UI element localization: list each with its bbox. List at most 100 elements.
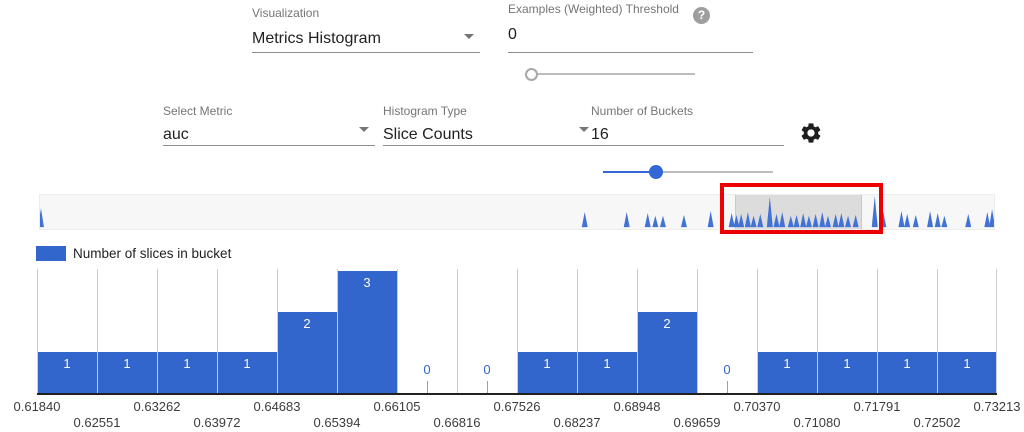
overview-spike: [913, 215, 919, 227]
number-of-buckets-value: 16: [591, 125, 784, 145]
overview-spike: [794, 215, 800, 227]
overview-spike: [652, 216, 658, 227]
overview-spike: [729, 213, 735, 227]
settings-gear-icon[interactable]: [799, 121, 823, 145]
overview-spike: [738, 214, 744, 227]
bar-value-label: 2: [277, 316, 337, 331]
gridline: [37, 269, 38, 393]
bar-value-label: 1: [877, 356, 937, 371]
x-axis-tick-label: 0.68948: [597, 399, 677, 414]
zero-tick-stub: [427, 381, 428, 393]
overview-spike: [733, 215, 739, 227]
overview-spike: [904, 214, 910, 227]
bar-value-label: 1: [817, 356, 877, 371]
slider-knob[interactable]: [649, 165, 663, 179]
chevron-down-icon[interactable]: [359, 127, 369, 132]
metric-overview-strip[interactable]: [39, 194, 995, 230]
select-metric-value: auc: [163, 125, 375, 145]
gridline: [757, 269, 758, 393]
gridline: [996, 269, 997, 393]
visualization-value: Metrics Histogram: [252, 29, 480, 49]
histogram-type-select[interactable]: Histogram Type Slice Counts: [383, 104, 595, 146]
histogram-type-value: Slice Counts: [383, 125, 595, 145]
overview-spike: [660, 216, 666, 227]
select-metric-select[interactable]: Select Metric auc: [163, 104, 375, 146]
x-axis-tick-label: 0.73213: [957, 399, 1024, 414]
examples-threshold-input[interactable]: Examples (Weighted) Threshold 0: [508, 2, 753, 53]
chevron-down-icon[interactable]: [464, 34, 474, 39]
overview-spike: [935, 213, 941, 227]
x-axis-tick-label: 0.61840: [0, 399, 77, 414]
bar-value-label: 0: [457, 362, 517, 377]
gridline: [517, 269, 518, 393]
number-of-buckets-input[interactable]: Number of Buckets 16: [591, 104, 784, 146]
x-axis-tick-label: 0.67526: [477, 399, 557, 414]
overview-spike: [645, 213, 651, 227]
number-of-buckets-label: Number of Buckets: [591, 104, 784, 118]
overview-spikes: [40, 195, 994, 229]
zero-tick-stub: [487, 381, 488, 393]
x-axis-tick-label: 0.64683: [237, 399, 317, 414]
overview-spike: [838, 213, 844, 227]
zero-tick-stub: [727, 381, 728, 393]
gridline: [817, 269, 818, 393]
overview-spike: [745, 212, 751, 227]
metrics-histogram-widget: { "controls": { "visualization": {"label…: [0, 0, 1024, 432]
overview-spike: [825, 216, 831, 227]
overview-spike: [767, 197, 773, 227]
overview-spike: [806, 216, 812, 227]
number-of-buckets-slider[interactable]: [603, 164, 773, 180]
bar-value-label: 2: [637, 316, 697, 331]
overview-spike: [800, 213, 806, 227]
overview-spike: [872, 196, 878, 227]
x-axis-tick-label: 0.72502: [897, 415, 977, 430]
slider-knob[interactable]: [525, 68, 538, 81]
bar-value-label: 1: [37, 356, 97, 371]
gridline: [577, 269, 578, 393]
x-axis-tick-label: 0.71791: [837, 399, 917, 414]
overview-spike: [833, 214, 839, 227]
overview-spike: [708, 211, 714, 227]
overview-spike: [779, 212, 785, 227]
x-axis-tick-label: 0.63262: [117, 399, 197, 414]
overview-spike: [773, 214, 779, 227]
legend: Number of slices in bucket: [36, 246, 231, 261]
bar-value-label: 1: [157, 356, 217, 371]
overview-spike: [965, 214, 971, 227]
bar-value-label: 1: [517, 356, 577, 371]
x-axis-tick-label: 0.62551: [57, 415, 137, 430]
bar-value-label: 1: [937, 356, 997, 371]
overview-spike: [788, 216, 794, 227]
help-icon[interactable]: ?: [693, 7, 710, 24]
gridline: [877, 269, 878, 393]
bar-value-label: 1: [97, 356, 157, 371]
overview-spike: [853, 215, 859, 227]
legend-swatch: [36, 246, 66, 261]
overview-spike: [927, 211, 933, 227]
gridline: [277, 269, 278, 393]
bar-value-label: 3: [337, 275, 397, 290]
bar-value-label: 1: [577, 356, 637, 371]
gridline: [937, 269, 938, 393]
overview-spike: [941, 216, 947, 227]
bar-value-label: 1: [757, 356, 817, 371]
x-axis-line: [37, 393, 997, 395]
overview-spike: [751, 216, 757, 227]
gridline: [637, 269, 638, 393]
x-axis-tick-label: 0.71080: [777, 415, 857, 430]
overview-spike: [898, 211, 904, 227]
overview-spike: [845, 216, 851, 227]
slider-track[interactable]: [525, 73, 695, 75]
gridline: [157, 269, 158, 393]
overview-spike: [681, 215, 687, 227]
overview-spike: [819, 212, 825, 227]
slider-active-track[interactable]: [603, 171, 656, 173]
slice-count-histogram: 1111230011201111: [37, 269, 997, 393]
visualization-select[interactable]: Visualization Metrics Histogram: [252, 6, 480, 53]
examples-threshold-label: Examples (Weighted) Threshold: [508, 2, 753, 16]
bar-value-label: 1: [217, 356, 277, 371]
overview-spike: [40, 208, 44, 227]
chevron-down-icon[interactable]: [579, 127, 589, 132]
x-axis-tick-label: 0.70370: [717, 399, 797, 414]
examples-threshold-slider[interactable]: [525, 66, 695, 82]
